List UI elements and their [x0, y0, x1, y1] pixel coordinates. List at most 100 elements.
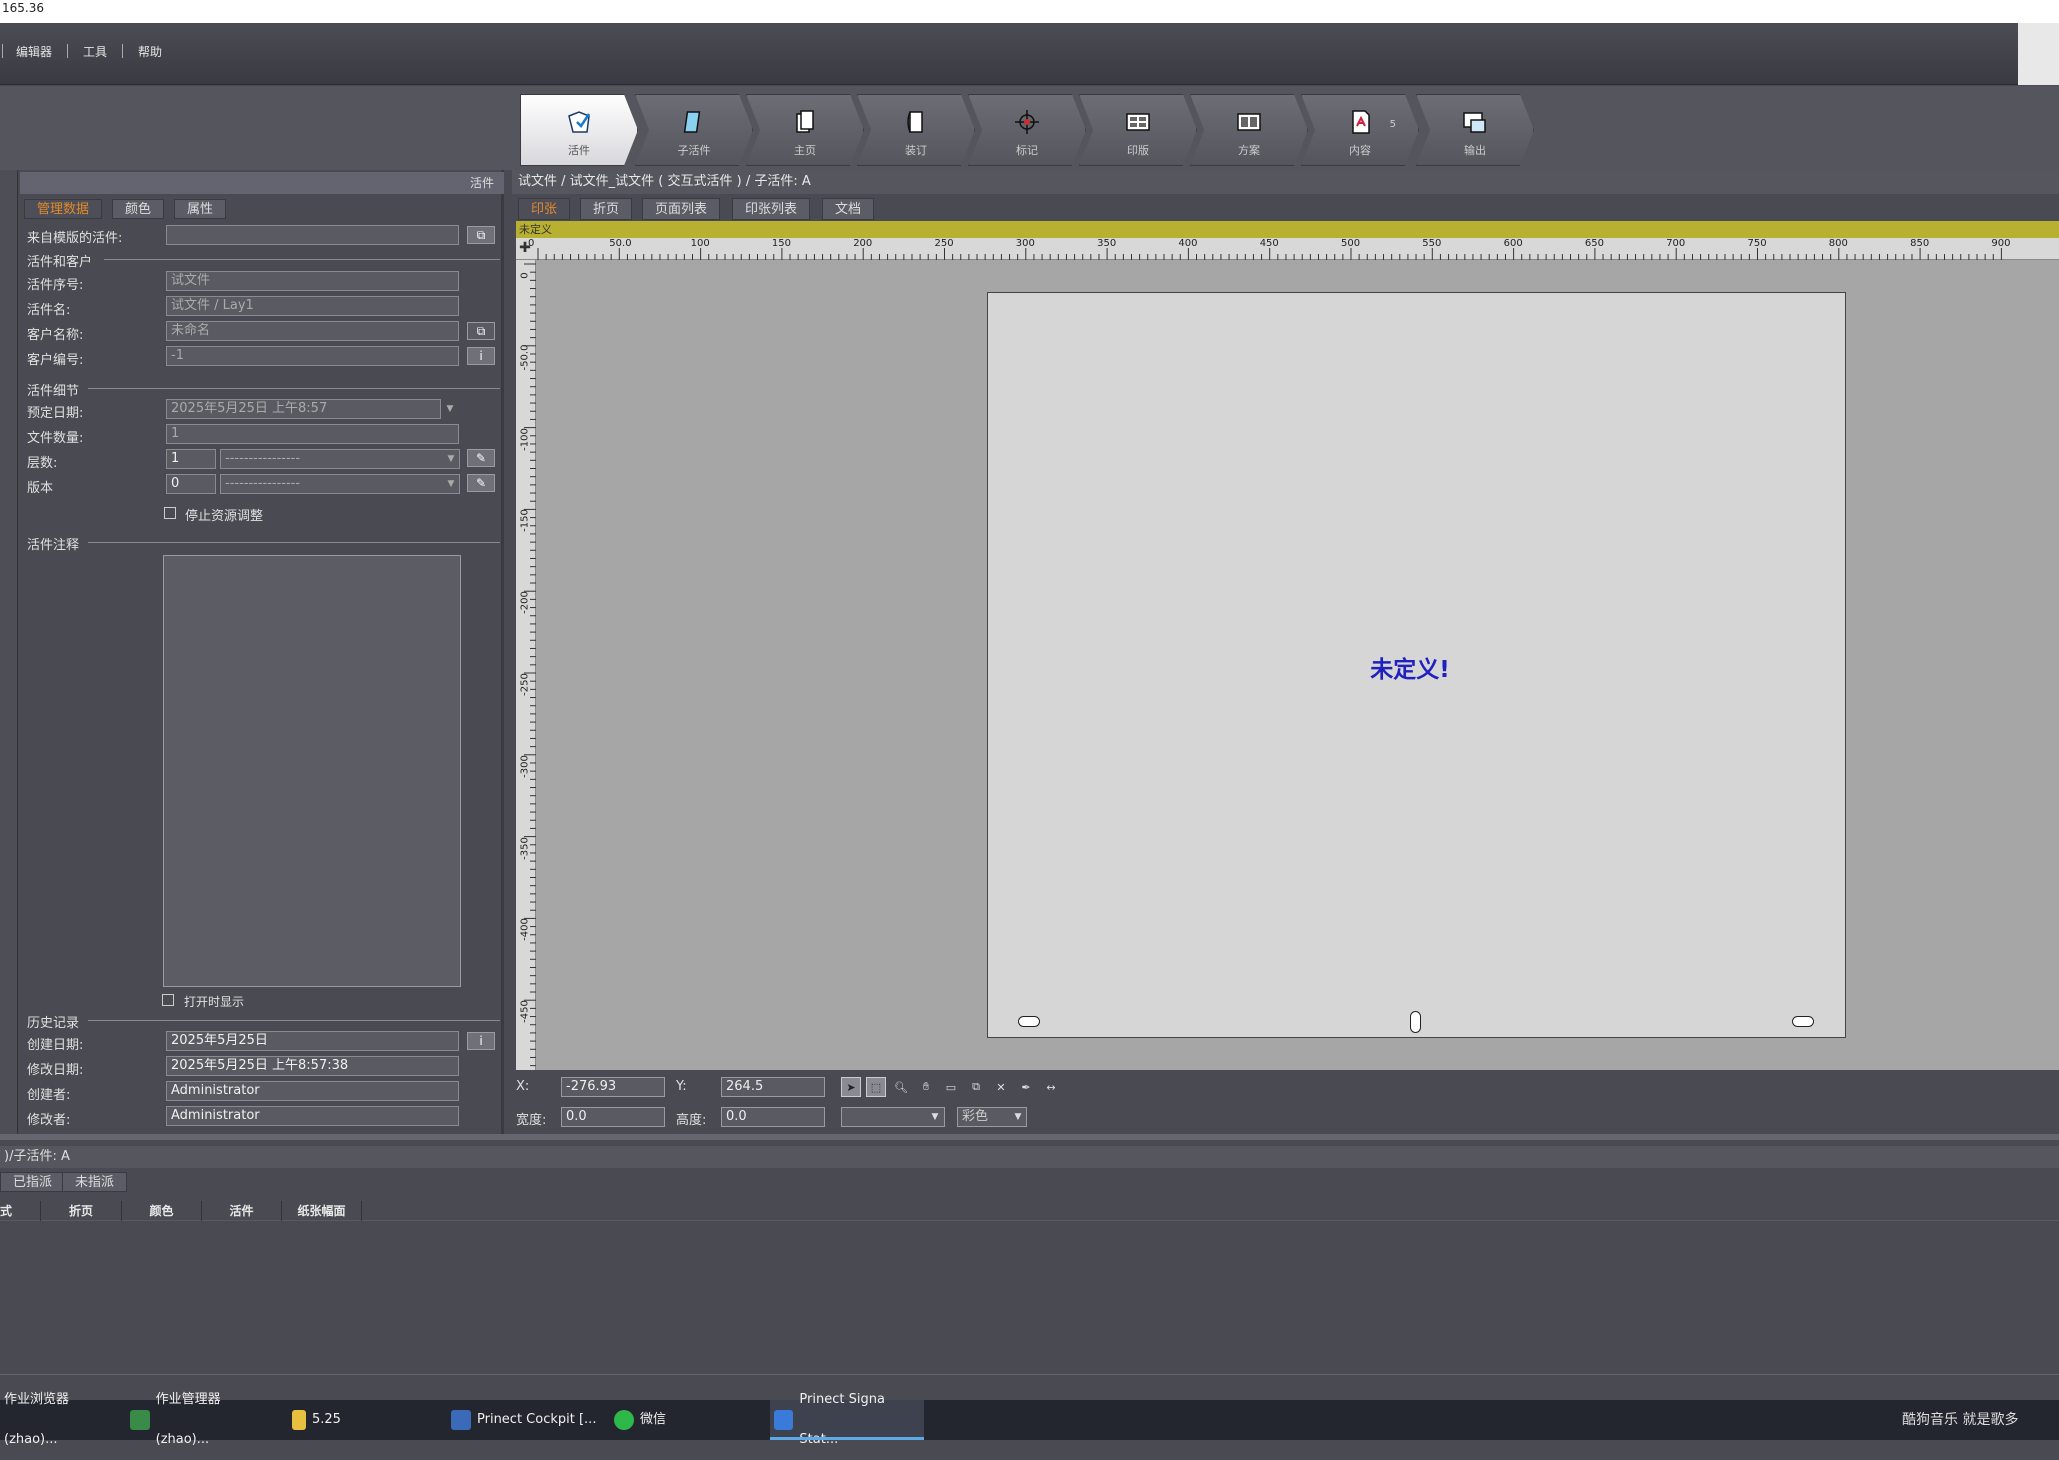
tab-document[interactable]: 文档 [822, 198, 875, 220]
due-date-dropdown-icon[interactable]: ▼ [443, 400, 457, 418]
customer-name-field[interactable]: 未命名 [166, 321, 459, 341]
hand-tool-icon[interactable]: ✋︎ [916, 1077, 936, 1097]
tab-content-label: 内容 [1349, 144, 1371, 157]
browse-customer-button[interactable]: ⧉ [467, 322, 495, 340]
y-field[interactable]: 264.5 [721, 1077, 825, 1097]
ruler-h-label: 300 [1015, 238, 1035, 249]
menu-help[interactable]: 帮助 [138, 43, 162, 60]
task-job-browser[interactable]: 作业浏览器 (zhao)... [0, 1392, 122, 1447]
task-wechat[interactable]: 微信 [610, 1400, 760, 1440]
due-date-field[interactable]: 2025年5月25日 上午8:57 [166, 399, 441, 419]
job-no-field[interactable]: 试文件 [166, 271, 459, 291]
from-template-field[interactable] [166, 225, 459, 245]
layers-edit-button[interactable]: ✎ [467, 449, 495, 467]
x-label: X: [516, 1079, 530, 1094]
task-prinect-cockpit[interactable]: Prinect Cockpit [... [447, 1400, 597, 1440]
bottom-breadcrumb: )/子活件: A [0, 1146, 2059, 1168]
tab-output-label: 输出 [1464, 144, 1486, 157]
register-mark-right [1792, 1016, 1814, 1027]
copy-tool-icon[interactable]: ⧉ [966, 1077, 986, 1097]
layers-field[interactable]: 1 [166, 449, 216, 469]
menu-editor[interactable]: 编辑器 [16, 43, 52, 60]
history-info-button[interactable]: i [467, 1032, 495, 1050]
tab-colors[interactable]: 颜色 [112, 199, 165, 219]
tab-sheet[interactable]: 印张 [518, 198, 571, 220]
tab-unassigned[interactable]: 未指派 [62, 1172, 128, 1192]
ruler-origin-icon[interactable]: ✚ [517, 240, 533, 256]
customer-no-field[interactable]: -1 [166, 346, 459, 366]
measure-tool-icon[interactable]: ↔ [1041, 1077, 1061, 1097]
tab-binding[interactable]: 装订 [857, 94, 975, 166]
view-dropdown-icon[interactable]: ▼ [928, 1108, 942, 1126]
stop-resource-label: 停止资源调整 [185, 509, 264, 524]
tab-attributes[interactable]: 属性 [174, 199, 227, 219]
tab-output[interactable]: 输出 [1416, 94, 1534, 166]
cut-tool-icon[interactable]: ✕ [991, 1077, 1011, 1097]
layers-label: 层数: [27, 456, 58, 471]
zoom-tool-icon[interactable]: 🔍︎ [891, 1077, 911, 1097]
ruler-v-label: -450 [519, 1000, 531, 1024]
file-count-field[interactable]: 1 [166, 424, 459, 444]
column-header-color[interactable]: 颜色 [122, 1201, 202, 1221]
task-folder[interactable]: 5.25 [288, 1400, 438, 1440]
version-dropdown-icon[interactable]: ▼ [444, 475, 458, 493]
job-notes-textarea[interactable] [163, 555, 461, 987]
version-edit-button[interactable]: ✎ [467, 474, 495, 492]
tab-marks[interactable]: 标记 [968, 94, 1086, 166]
tab-job-label: 活件 [568, 144, 590, 157]
tab-master-pages[interactable]: 主页 [746, 94, 864, 166]
tab-fold[interactable]: 折页 [580, 198, 633, 220]
column-header-fold[interactable]: 折页 [41, 1201, 122, 1221]
job-no-label: 活件序号: [27, 278, 84, 293]
ruler-h-label: 900 [1991, 238, 2011, 249]
left-collapse-strip[interactable] [0, 170, 18, 1134]
tab-sheet-list[interactable]: 印张列表 [732, 198, 811, 220]
select-area-tool-icon[interactable]: ⬚ [866, 1077, 886, 1097]
tab-binding-label: 装订 [905, 144, 927, 157]
tab-plate[interactable]: 印版 [1079, 94, 1197, 166]
tray-music-text[interactable]: 酷狗音乐 就是歌多 [1902, 1400, 2018, 1440]
tab-layout[interactable]: 方案 [1190, 94, 1308, 166]
browse-template-button[interactable]: ⧉ [467, 226, 495, 244]
status-bar-undefined: 未定义 [516, 221, 2059, 238]
stop-resource-checkbox[interactable] [164, 507, 176, 519]
job-name-field[interactable]: 试文件 / Lay1 [166, 296, 459, 316]
color-mode-dropdown-icon[interactable]: ▼ [1011, 1108, 1025, 1126]
register-mark-left [1018, 1016, 1040, 1027]
column-header-job[interactable]: 活件 [202, 1201, 282, 1221]
tab-admin-data[interactable]: 管理数据 [24, 199, 103, 219]
pen-tool-icon[interactable]: ✒ [1016, 1077, 1036, 1097]
tab-page-list[interactable]: 页面列表 [642, 198, 721, 220]
width-field[interactable]: 0.0 [561, 1107, 665, 1127]
version-select[interactable]: ---------------- [220, 474, 460, 494]
select-tool-icon[interactable]: ➤ [841, 1077, 861, 1097]
version-field[interactable]: 0 [166, 474, 216, 494]
height-field[interactable]: 0.0 [721, 1107, 825, 1127]
customer-info-button[interactable]: i [467, 347, 495, 365]
task-label: 作业浏览器 (zhao)... [4, 1392, 70, 1447]
ruler-h-label: 650 [1584, 238, 1604, 249]
height-label: 高度: [676, 1113, 707, 1128]
ruler-h-label: 150 [771, 238, 791, 249]
layers-select[interactable]: ---------------- [220, 449, 460, 469]
tab-content[interactable]: 内容 5 [1301, 94, 1419, 166]
task-prinect-signa[interactable]: Prinect Signa Stat... [770, 1392, 924, 1447]
layers-dropdown-icon[interactable]: ▼ [444, 450, 458, 468]
tab-job[interactable]: 活件 [520, 94, 638, 166]
tab-assigned[interactable]: 已指派 [0, 1172, 66, 1192]
layout-icon [1235, 108, 1263, 136]
ruler-h-label: 450 [1259, 238, 1279, 249]
column-header-style[interactable]: 式 [0, 1201, 41, 1221]
panel-splitter[interactable] [0, 1134, 2059, 1140]
job-name-label: 活件名: [27, 303, 71, 318]
show-on-open-checkbox[interactable] [162, 994, 174, 1006]
column-header-paper-size[interactable]: 纸张幅面 [282, 1201, 362, 1221]
frame-tool-icon[interactable]: ▭ [941, 1077, 961, 1097]
tab-subjob[interactable]: 子活件 [635, 94, 753, 166]
ruler-v-label: -200 [519, 591, 531, 615]
window-edge [2018, 23, 2059, 85]
x-field[interactable]: -276.93 [561, 1077, 665, 1097]
menu-tools[interactable]: 工具 [83, 43, 107, 60]
task-job-manager[interactable]: 作业管理器 (zhao)... [126, 1392, 276, 1447]
prinect-signa-icon [774, 1410, 794, 1430]
